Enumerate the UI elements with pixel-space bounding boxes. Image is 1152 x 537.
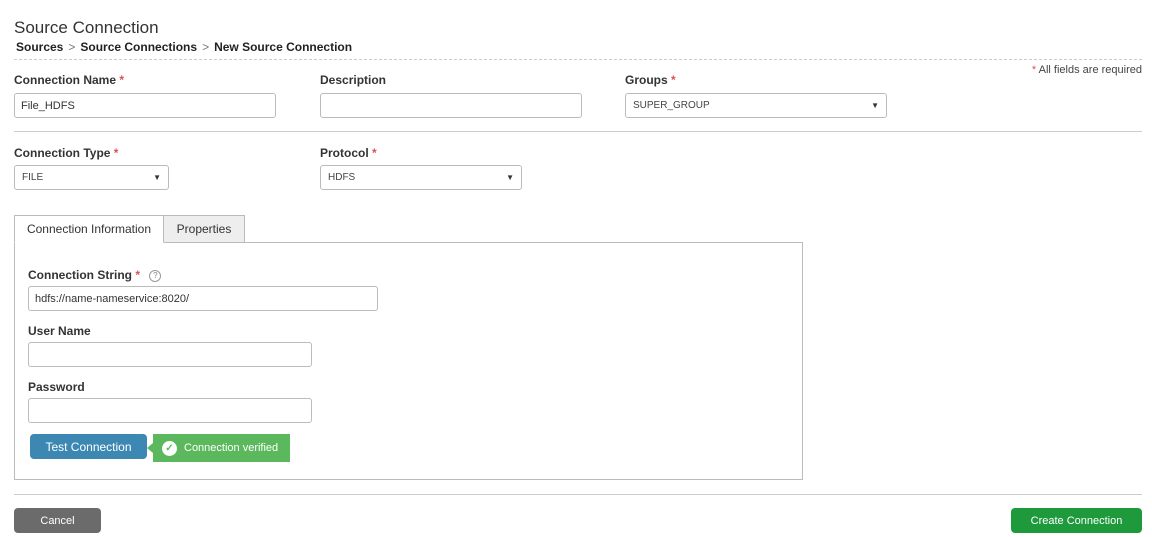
required-marker: *	[671, 73, 676, 87]
breadcrumb-current: New Source Connection	[214, 40, 353, 54]
tab-connection-information[interactable]: Connection Information	[14, 215, 164, 243]
required-note: * All fields are required	[1032, 64, 1142, 76]
required-note-text: All fields are required	[1038, 64, 1142, 76]
groups-label: Groups *	[625, 73, 676, 87]
groups-label-text: Groups	[625, 73, 668, 87]
breadcrumb: Sources > Source Connections > New Sourc…	[16, 40, 352, 54]
protocol-label: Protocol *	[320, 146, 377, 160]
groups-select[interactable]: SUPER_GROUP ▼	[625, 93, 887, 118]
required-marker: *	[119, 73, 125, 87]
protocol-label-text: Protocol	[320, 146, 369, 160]
required-marker: *	[113, 146, 119, 160]
groups-select-value: SUPER_GROUP	[633, 100, 710, 111]
user-name-label: User Name	[28, 324, 91, 338]
protocol-select[interactable]: HDFS ▼	[320, 165, 522, 190]
connection-type-label-text: Connection Type	[14, 146, 111, 160]
test-connection-button[interactable]: Test Connection	[30, 434, 147, 459]
page-title: Source Connection	[14, 18, 159, 37]
connection-name-label: Connection Name *	[14, 73, 124, 87]
protocol-select-value: HDFS	[328, 172, 356, 183]
connection-string-label-text: Connection String	[28, 268, 132, 282]
tab-properties[interactable]: Properties	[163, 215, 245, 243]
footer-divider	[14, 494, 1142, 495]
connection-verified-text: Connection verified	[184, 442, 279, 454]
user-name-input[interactable]	[28, 342, 312, 367]
breadcrumb-sources[interactable]: Sources	[16, 40, 63, 54]
password-label: Password	[28, 380, 85, 394]
breadcrumb-source-connections[interactable]: Source Connections	[80, 40, 197, 54]
connection-name-input[interactable]	[14, 93, 276, 118]
connection-string-label: Connection String * ?	[28, 268, 162, 282]
description-label: Description	[320, 73, 387, 87]
section-divider	[14, 131, 1142, 132]
connection-string-input[interactable]	[28, 286, 378, 311]
caret-down-icon: ▼	[506, 173, 514, 182]
header-divider	[14, 59, 1142, 60]
breadcrumb-separator: >	[202, 40, 210, 54]
breadcrumb-separator: >	[68, 40, 76, 54]
required-marker: *	[372, 146, 377, 160]
password-input[interactable]	[28, 398, 312, 423]
cancel-button[interactable]: Cancel	[14, 508, 101, 533]
required-marker: *	[135, 268, 141, 282]
connection-type-select[interactable]: FILE ▼	[14, 165, 169, 190]
connection-verified-badge: ✓ Connection verified	[147, 434, 290, 462]
description-input[interactable]	[320, 93, 582, 118]
connection-name-label-text: Connection Name	[14, 73, 117, 87]
create-connection-button[interactable]: Create Connection	[1011, 508, 1142, 533]
required-marker: *	[1031, 64, 1037, 76]
caret-down-icon: ▼	[871, 101, 879, 110]
check-circle-icon: ✓	[162, 440, 177, 456]
help-circle-icon[interactable]: ?	[149, 270, 162, 282]
connection-type-select-value: FILE	[22, 172, 44, 183]
caret-down-icon: ▼	[153, 173, 161, 182]
connection-type-label: Connection Type *	[14, 146, 118, 160]
